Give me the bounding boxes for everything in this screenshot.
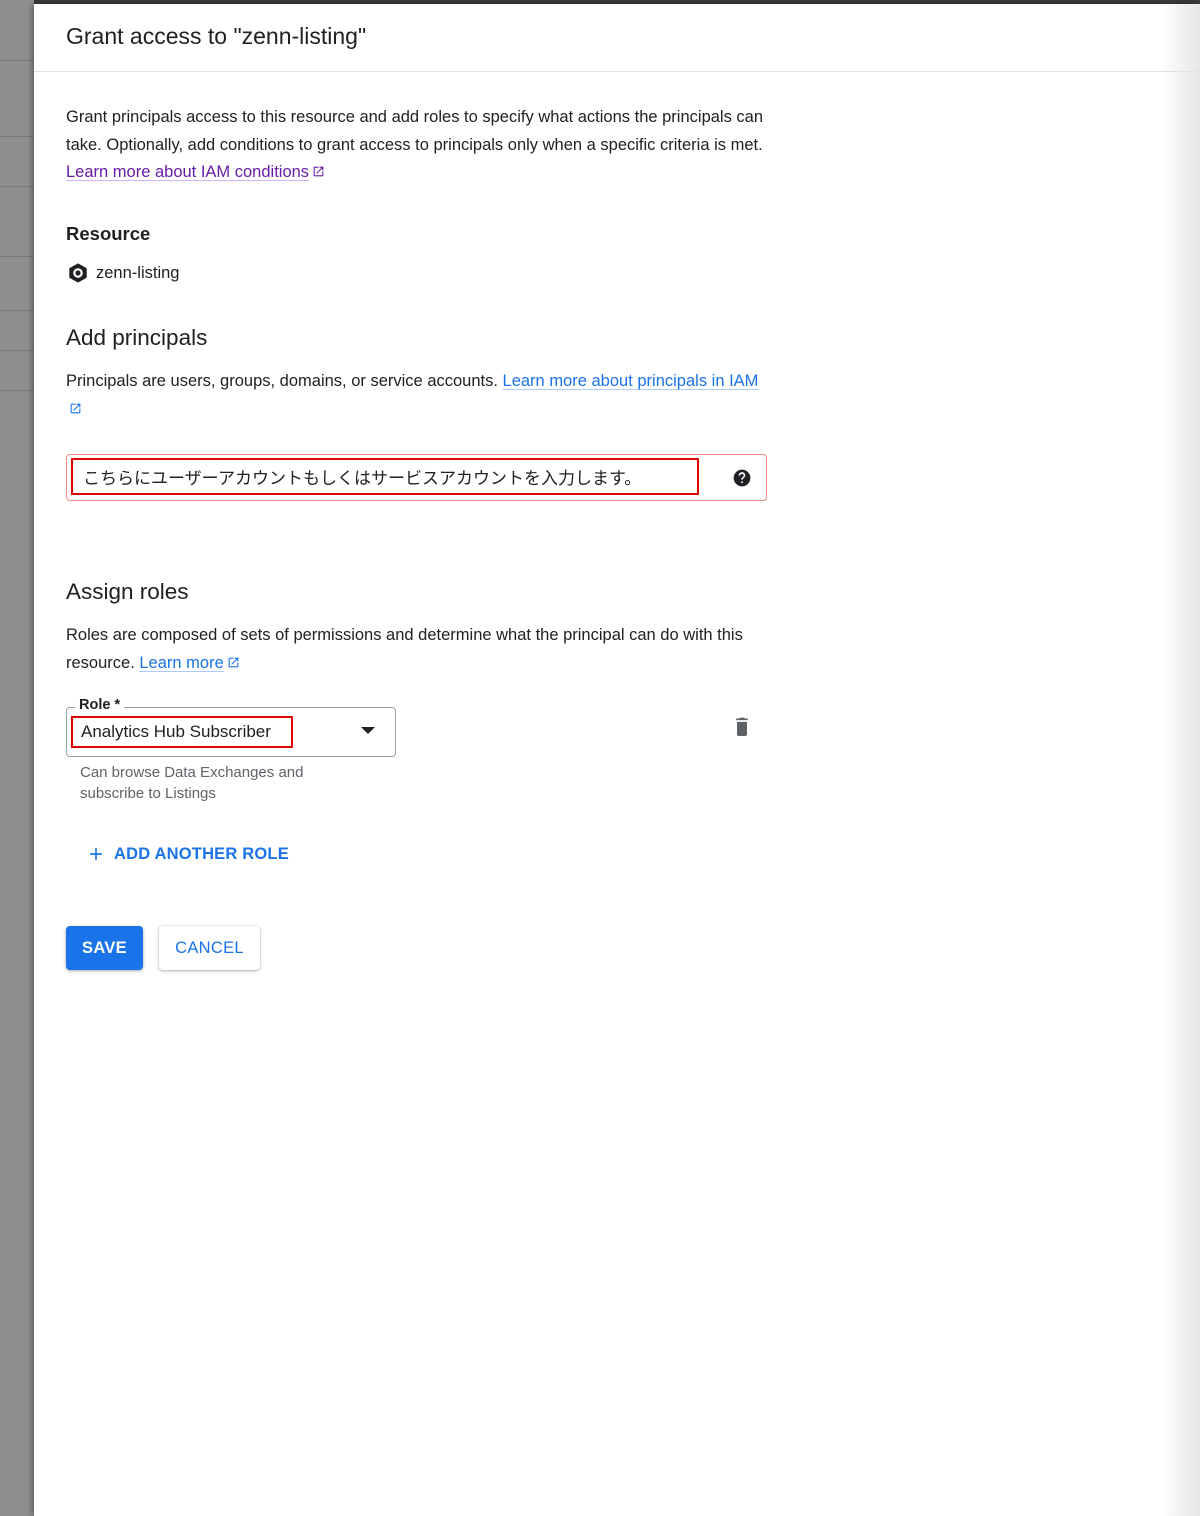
role-field-label: Role * [75,697,125,713]
add-principals-heading: Add principals [66,325,208,350]
add-another-role-button[interactable]: ADD ANOTHER ROLE [82,840,293,868]
open-in-new-icon [313,166,324,177]
analytics-hub-icon [69,263,87,283]
grant-access-dialog: Grant access to "zenn-listing" Grant pri… [34,4,1200,1516]
resource-label: Resource [66,223,151,244]
new-principals-field [66,454,767,501]
role-selected-value: Analytics Hub Subscriber [71,716,293,748]
intro-body: Grant principals access to this resource… [66,108,764,154]
principals-body: Principals are users, groups, domains, o… [66,372,503,390]
role-description: Can browse Data Exchanges and subscribe … [80,764,304,802]
add-another-role-label: ADD ANOTHER ROLE [114,844,289,863]
dropdown-arrow-icon [361,727,375,734]
roles-section: Roles are composed of sets of permission… [66,622,766,677]
delete-role-icon[interactable] [732,715,752,737]
iam-conditions-link[interactable]: Learn more about IAM conditions [66,163,325,181]
save-button[interactable]: SAVE [66,926,143,970]
assign-roles-heading: Assign roles [66,579,189,604]
principals-section: Principals are users, groups, domains, o… [66,368,766,423]
iam-conditions-link-label: Learn more about IAM conditions [66,163,310,181]
roles-learn-more-label: Learn more [139,653,224,672]
resource-name: zenn-listing [96,263,180,282]
background-page [0,0,34,1516]
intro-section: Grant principals access to this resource… [66,104,766,187]
resource-row: zenn-listing [67,262,179,284]
help-icon[interactable] [732,468,752,488]
open-in-new-icon [70,403,81,413]
cancel-button[interactable]: CANCEL [159,926,260,970]
plus-icon [90,848,102,860]
open-in-new-icon [228,657,239,667]
principals-link-label: Learn more about principals in IAM [502,372,759,390]
dialog-header: Grant access to "zenn-listing" [34,4,1200,72]
roles-text: Roles are composed of sets of permission… [66,622,766,677]
role-select[interactable]: Role * Analytics Hub Subscriber [66,697,396,757]
principals-text: Principals are users, groups, domains, o… [66,368,766,423]
dialog-title: Grant access to "zenn-listing" [66,23,367,49]
panel-edge-shade [1160,4,1200,1516]
new-principals-input[interactable] [71,458,699,495]
roles-learn-more-link[interactable]: Learn more [139,654,239,672]
intro-text: Grant principals access to this resource… [66,104,766,187]
